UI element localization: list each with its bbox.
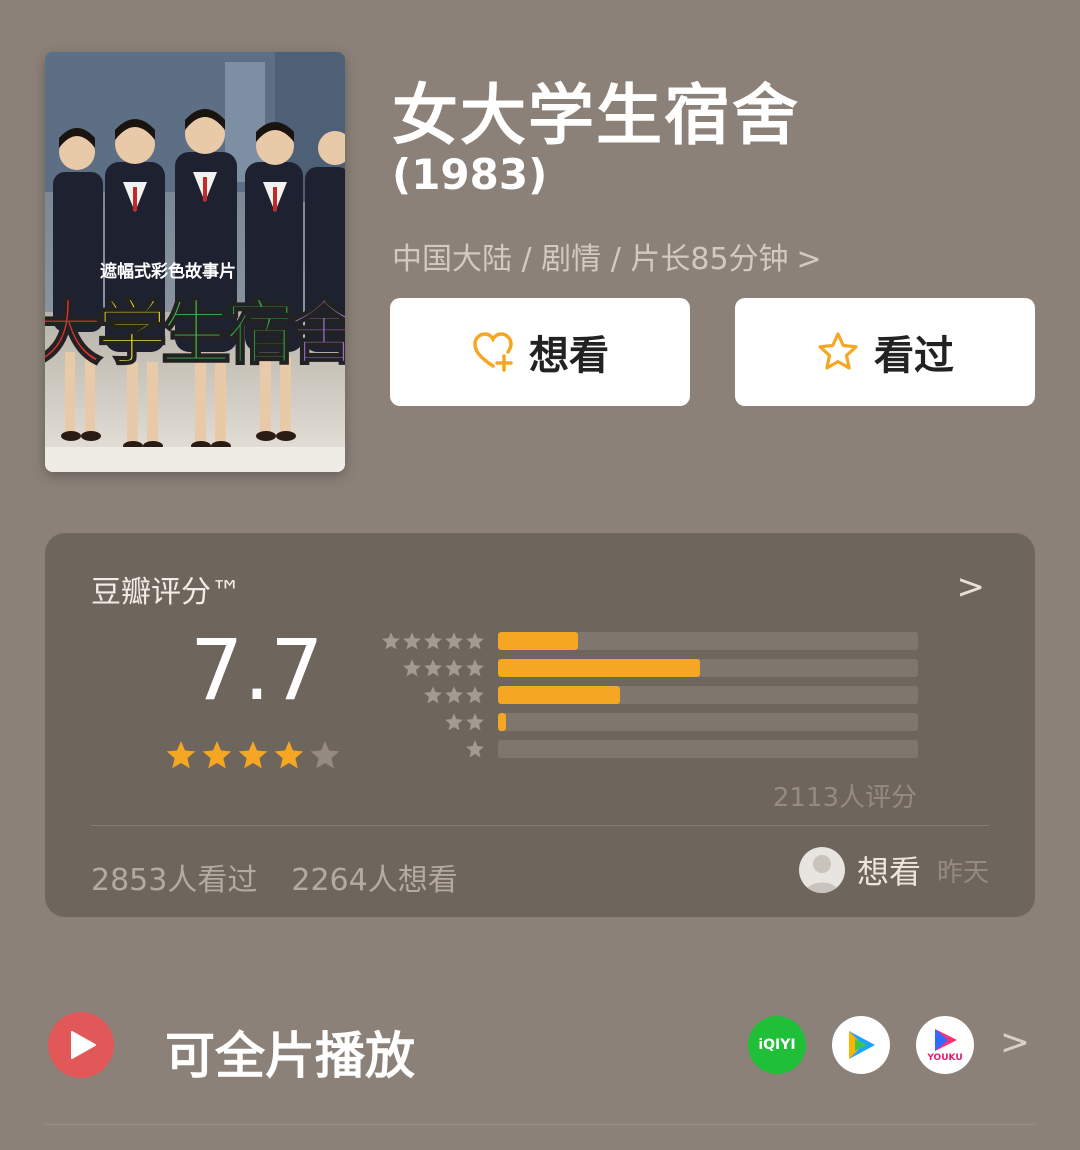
star-icon <box>445 659 463 677</box>
want-to-watch-button[interactable]: 想看 <box>390 298 690 406</box>
rating-bar-fill <box>498 713 507 731</box>
star-icon <box>202 741 232 769</box>
rating-bar-fill <box>498 686 620 704</box>
rating-row-stars <box>375 739 485 759</box>
rating-row-stars <box>375 712 485 732</box>
youku-play-glyph <box>935 1029 957 1051</box>
poster-title-char: 宿 <box>225 292 295 374</box>
star-icon <box>403 632 421 650</box>
star-icon <box>238 741 268 769</box>
want-count[interactable]: 2264人想看 <box>291 855 457 899</box>
rating-bar-track <box>498 659 918 677</box>
movie-detail-page: 遮幅式彩色故事片 大学生宿舍 女大学生宿舍 (1983) 中国大陆 / 剧情 /… <box>0 0 1080 1150</box>
star-icon <box>466 686 484 704</box>
want-to-watch-label: 想看 <box>529 333 609 379</box>
movie-title: 女大学生宿舍 <box>392 77 800 154</box>
star-icon <box>445 632 463 650</box>
poster-tagline: 遮幅式彩色故事片 <box>100 261 236 282</box>
iqiyi-label: iQIYI <box>758 1037 796 1053</box>
play-label[interactable]: 可全片播放 <box>165 1016 415 1088</box>
poster-image: 遮幅式彩色故事片 大学生宿舍 <box>45 52 345 472</box>
rating-score: 7.7 <box>190 621 324 719</box>
rating-stars <box>165 739 341 771</box>
tencent-video-icon[interactable] <box>832 1016 890 1074</box>
rating-label: 豆瓣评分™ <box>91 575 241 610</box>
rating-row-stars <box>375 631 485 651</box>
star-icon <box>424 659 442 677</box>
watched-label: 看过 <box>874 333 954 379</box>
poster-title-char: 学 <box>97 292 167 374</box>
star-icon <box>466 632 484 650</box>
youku-logo: YOUKU <box>927 1027 963 1063</box>
rating-card[interactable]: 豆瓣评分™ > 7.7 2113人评分 2853人看过 2264人想看 想看 昨… <box>45 533 1035 917</box>
rating-bar-track <box>498 686 918 704</box>
rating-bar-fill <box>498 632 578 650</box>
chevron-right-icon: > <box>796 242 822 277</box>
poster-title-char: 生 <box>161 292 231 374</box>
poster-title-char: 舍 <box>289 292 345 374</box>
watch-counts: 2853人看过 2264人想看 <box>91 855 458 899</box>
star-icon <box>466 740 484 758</box>
rating-row-stars <box>375 658 485 678</box>
youku-icon[interactable]: YOUKU <box>916 1016 974 1074</box>
star-icon <box>403 659 421 677</box>
divider <box>91 825 989 826</box>
movie-meta-text: 中国大陆 / 剧情 / 片长85分钟 <box>392 242 789 277</box>
star-icon <box>166 741 196 769</box>
heart-plus-icon <box>473 332 513 372</box>
rating-row-4-star <box>375 658 485 678</box>
star-icon <box>274 741 304 769</box>
rater-count: 2113人评分 <box>772 783 917 813</box>
chevron-right-icon[interactable]: > <box>957 567 986 607</box>
movie-year: (1983) <box>392 150 548 199</box>
rating-row-stars <box>375 685 485 705</box>
rating-bar-track <box>498 713 918 731</box>
rating-row-1-star <box>375 739 485 759</box>
rating-row-5-star <box>375 631 485 651</box>
movie-poster[interactable]: 遮幅式彩色故事片 大学生宿舍 <box>45 52 345 472</box>
avatar[interactable] <box>798 847 845 893</box>
star-icon <box>424 632 442 650</box>
star-icon <box>424 686 442 704</box>
youku-label: YOUKU <box>927 1053 963 1063</box>
play-icon <box>71 1031 96 1059</box>
star-icon <box>466 713 484 731</box>
friend-time: 昨天 <box>936 857 989 888</box>
watched-button[interactable]: 看过 <box>735 298 1035 406</box>
rating-bar-track <box>498 740 918 758</box>
user-icon <box>804 855 839 893</box>
divider <box>45 1124 1035 1125</box>
seen-count[interactable]: 2853人看过 <box>91 855 257 899</box>
rating-bar-track <box>498 632 918 650</box>
poster-title-char: 大 <box>45 292 103 374</box>
movie-meta-link[interactable]: 中国大陆 / 剧情 / 片长85分钟 > <box>392 234 822 278</box>
star-icon <box>466 659 484 677</box>
tencent-video-logo <box>849 1031 875 1059</box>
star-icon <box>445 686 463 704</box>
chevron-right-icon[interactable]: > <box>1000 1022 1030 1063</box>
play-button[interactable] <box>48 1012 114 1078</box>
star-icon <box>382 632 400 650</box>
star-outline-icon <box>818 332 858 370</box>
star-icon <box>310 741 340 769</box>
rating-row-2-star <box>375 712 485 732</box>
friend-action: 想看 <box>856 853 921 891</box>
iqiyi-icon[interactable]: iQIYI <box>748 1016 806 1074</box>
star-icon <box>445 713 463 731</box>
rating-bar-fill <box>498 659 700 677</box>
friend-activity[interactable]: 想看 昨天 <box>798 847 989 893</box>
rating-row-3-star <box>375 685 485 705</box>
